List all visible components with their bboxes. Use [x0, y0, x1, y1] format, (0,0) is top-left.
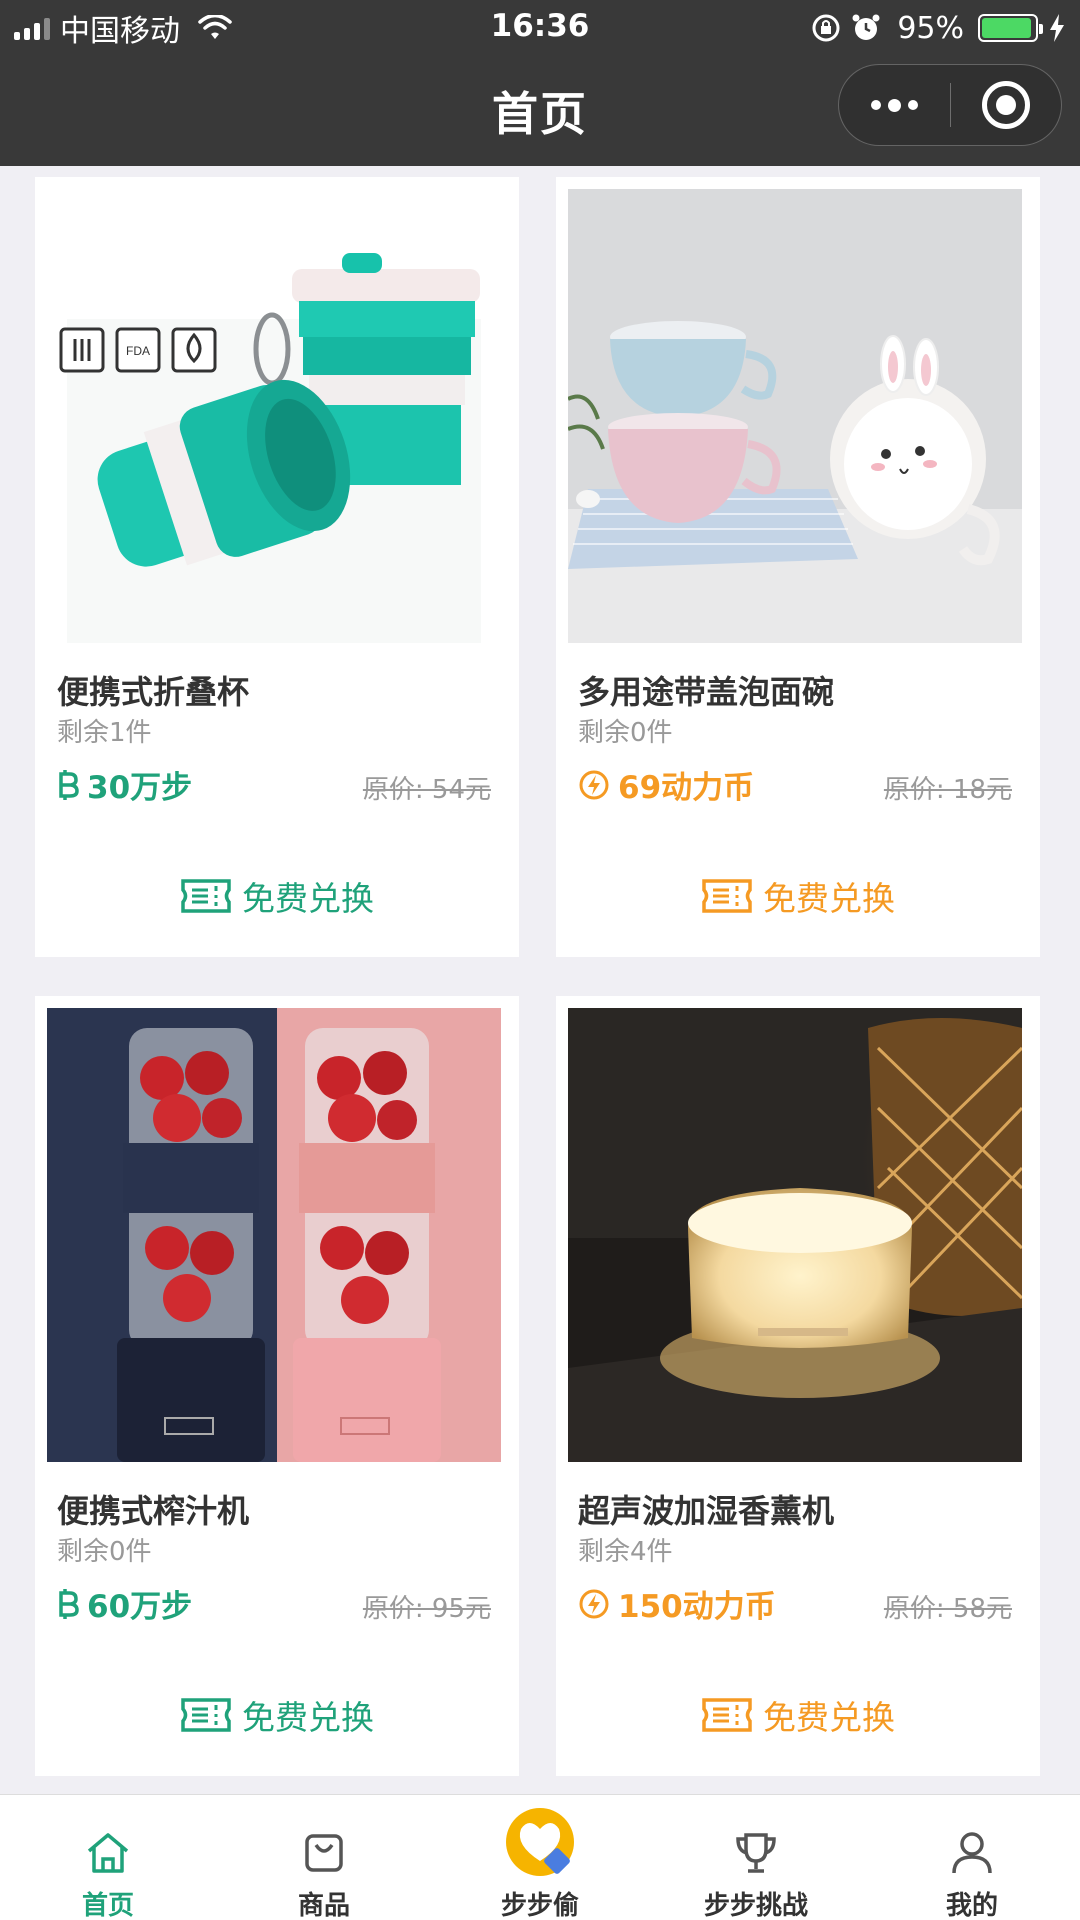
product-stock: 剩余4件	[578, 1537, 673, 1567]
ticket-icon	[181, 1698, 231, 1732]
alarm-icon	[852, 14, 880, 40]
tab-label: 步步偷	[500, 1891, 579, 1920]
status-bar: 中国移动 16:36 95%	[0, 0, 1080, 56]
ticket-icon	[702, 879, 752, 913]
tab-label: 首页	[81, 1891, 134, 1920]
more-dots-icon	[870, 98, 918, 112]
bottom-tab-bar: 首页 商品 步步偷 步步挑战 我的	[0, 1794, 1080, 1920]
price-value: 69动力币	[618, 770, 755, 806]
ticket-icon	[702, 1698, 752, 1732]
tab-label: 商品	[297, 1891, 350, 1920]
free-redeem-button[interactable]: 免费兑换	[35, 872, 519, 920]
product-price: 150动力币	[578, 1581, 776, 1626]
free-redeem-button[interactable]: 免费兑换	[556, 872, 1040, 920]
redeem-label: 免费兑换	[763, 879, 895, 918]
top-bar: 中国移动 16:36 95% 首页	[0, 0, 1080, 166]
original-price: 原价: 18元	[883, 775, 1012, 805]
price-value: 150动力币	[618, 1589, 776, 1625]
trophy-icon	[736, 1833, 776, 1873]
product-card[interactable]: 便携式榨汁机 剩余0件 60万步 原价: 95元 免费兑换	[35, 996, 519, 1776]
product-image-humidifier	[568, 1008, 1022, 1462]
product-name: 多用途带盖泡面碗	[578, 673, 835, 711]
product-card[interactable]: 多用途带盖泡面碗 剩余0件 69动力币 原价: 18元 免费兑换	[556, 177, 1040, 957]
free-redeem-button[interactable]: 免费兑换	[556, 1691, 1040, 1739]
tab-label: 我的	[945, 1891, 998, 1920]
product-name: 便携式折叠杯	[57, 673, 250, 711]
product-name: 超声波加湿香薰机	[578, 1492, 835, 1530]
status-right: 95%	[811, 10, 1066, 46]
product-stock: 剩余0件	[578, 718, 673, 748]
product-image-noodle-bowl	[568, 189, 1022, 643]
power-coin-icon	[579, 770, 609, 799]
target-icon	[981, 81, 1030, 129]
product-stock: 剩余1件	[57, 718, 152, 748]
free-redeem-button[interactable]: 免费兑换	[35, 1691, 519, 1739]
price-value: 30万步	[87, 770, 193, 806]
original-price: 原价: 54元	[362, 775, 491, 805]
redeem-label: 免费兑换	[242, 879, 374, 918]
home-icon	[87, 1833, 129, 1873]
product-card[interactable]: FDA 便携式折叠杯 剩余1件 30万步 原价: 54元 免费兑换	[35, 177, 519, 957]
product-image-juicer	[47, 1008, 501, 1462]
tab-products[interactable]: 商品	[216, 1795, 432, 1920]
steps-currency-icon	[59, 1588, 79, 1619]
more-button[interactable]	[839, 65, 950, 145]
ticket-icon	[181, 879, 231, 913]
battery-icon	[978, 14, 1043, 42]
original-price: 原价: 95元	[362, 1594, 491, 1624]
price-value: 60万步	[87, 1589, 193, 1625]
tab-challenge[interactable]: 步步挑战	[648, 1795, 864, 1920]
close-program-button[interactable]	[951, 65, 1062, 145]
product-image-foldable-cup: FDA	[47, 189, 501, 643]
battery-percent: 95%	[897, 10, 964, 46]
power-coin-icon	[579, 1589, 609, 1618]
original-price: 原价: 58元	[883, 1594, 1012, 1624]
product-price: 60万步	[57, 1581, 192, 1626]
redeem-label: 免费兑换	[763, 1698, 895, 1737]
heart-logo-icon	[506, 1808, 574, 1876]
tab-label: 步步挑战	[703, 1891, 808, 1920]
mini-program-capsule	[838, 64, 1062, 146]
charging-icon	[1050, 14, 1064, 42]
tab-me[interactable]: 我的	[864, 1795, 1080, 1920]
product-stock: 剩余0件	[57, 1537, 152, 1567]
product-price: 69动力币	[578, 762, 754, 807]
person-icon	[952, 1832, 992, 1874]
bag-icon	[305, 1834, 343, 1872]
redeem-label: 免费兑换	[242, 1698, 374, 1737]
tab-home[interactable]: 首页	[0, 1795, 216, 1920]
rotation-lock-icon	[812, 14, 840, 42]
product-price: 30万步	[57, 762, 192, 807]
product-name: 便携式榨汁机	[57, 1492, 250, 1530]
tab-steal-steps[interactable]: 步步偷	[432, 1795, 648, 1920]
steps-currency-icon	[59, 769, 79, 800]
product-card[interactable]: 超声波加湿香薰机 剩余4件 150动力币 原价: 58元 免费兑换	[556, 996, 1040, 1776]
svg-text:FDA: FDA	[126, 344, 150, 358]
